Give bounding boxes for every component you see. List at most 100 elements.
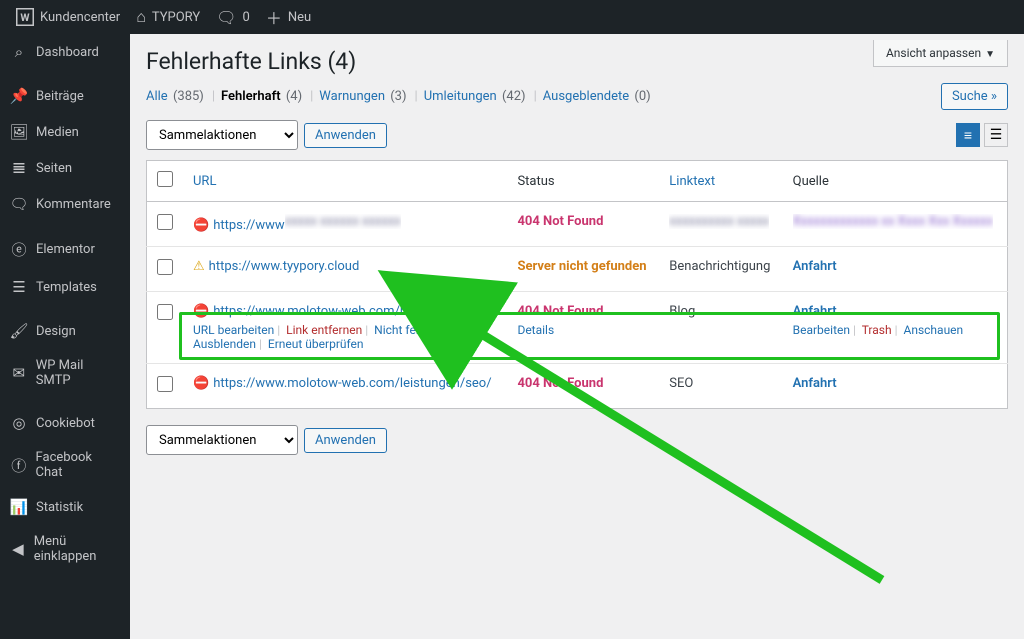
new-content-label: Neu xyxy=(288,10,311,25)
error-icon: ⛔ xyxy=(193,218,209,233)
sidebar-item-templates[interactable]: ☰Templates xyxy=(0,269,130,305)
view-list-button[interactable]: ≡ xyxy=(956,123,980,147)
media-icon: 🖼 xyxy=(10,123,28,141)
status-text: Server nicht gefunden xyxy=(517,259,646,274)
comment-icon: 🗨 xyxy=(216,8,236,27)
caret-down-icon: ▼ xyxy=(985,49,995,60)
wp-logo-label: Kundencenter xyxy=(40,10,120,25)
action-edit[interactable]: Bearbeiten xyxy=(793,323,850,337)
page-title: Fehlerhafte Links (4) xyxy=(146,40,356,79)
comments-link[interactable]: 🗨 0 xyxy=(208,0,258,34)
filter-redirects[interactable]: Umleitungen xyxy=(424,89,497,104)
table-row: ⛔ https://www.molotow-web.com/block/ URL … xyxy=(147,292,1008,364)
row-actions-status: Details xyxy=(517,323,649,337)
row-actions-source: Bearbeiten| Trash| Anschauen xyxy=(793,323,997,337)
sidebar-item-collapse[interactable]: ◀Menü einklappen xyxy=(0,525,130,573)
elementor-icon: ⓔ xyxy=(10,239,28,260)
source-link[interactable]: Anfahrt xyxy=(793,376,837,391)
sidebar-item-cookiebot[interactable]: ◎Cookiebot xyxy=(0,405,130,441)
sidebar-item-pages[interactable]: 𝌆Seiten xyxy=(0,150,130,186)
linktext: SEO xyxy=(669,376,693,391)
table-row: ⚠ https://www.tyypory.cloud Server nicht … xyxy=(147,247,1008,292)
sidebar-item-design[interactable]: 🖌Design xyxy=(0,313,130,349)
templates-icon: ☰ xyxy=(10,278,28,296)
action-edit-url[interactable]: URL bearbeiten xyxy=(193,323,274,337)
mail-icon: ✉ xyxy=(10,364,28,382)
sidebar-item-dashboard[interactable]: ⌕Dashboard xyxy=(0,34,130,70)
row-checkbox[interactable] xyxy=(157,259,173,275)
filter-all[interactable]: Alle xyxy=(146,89,168,104)
new-content-link[interactable]: ＋ Neu xyxy=(258,0,319,34)
link-url[interactable]: https://www.molotow-web.com/leistungen/s… xyxy=(213,376,491,391)
wordpress-icon: W xyxy=(16,8,34,26)
search-button[interactable]: Suche » xyxy=(941,83,1008,110)
collapse-icon: ◀ xyxy=(10,540,26,558)
site-name-link[interactable]: ⌂ TYPORY xyxy=(128,0,208,34)
error-icon: ⛔ xyxy=(193,304,209,319)
action-view[interactable]: Anschauen xyxy=(904,323,964,337)
comments-count: 0 xyxy=(243,10,250,25)
filter-broken[interactable]: Fehlerhaft xyxy=(221,89,281,104)
pin-icon: 📌 xyxy=(10,87,28,105)
status-text: 404 Not Found xyxy=(517,376,603,391)
bulk-actions-select[interactable]: Sammelaktionen xyxy=(146,120,298,150)
column-source: Quelle xyxy=(783,161,1008,202)
home-icon: ⌂ xyxy=(136,7,146,27)
source-link[interactable]: Anfahrt xyxy=(793,259,837,274)
cookie-icon: ◎ xyxy=(10,414,28,432)
source-link[interactable]: Anfahrt xyxy=(793,304,837,319)
column-url[interactable]: URL xyxy=(193,174,216,189)
source-blur: Xxxxxxxxxxxxx xx Xxxx Xxx Xxxxxx xyxy=(793,214,993,229)
table-row: ⛔https://www.molotow-web.com/leistungen/… xyxy=(147,364,1008,409)
sidebar-item-media[interactable]: 🖼Medien xyxy=(0,114,130,150)
screen-options-toggle[interactable]: Ansicht anpassen▼ xyxy=(873,40,1008,67)
filter-dismissed[interactable]: Ausgeblendete xyxy=(543,89,629,104)
site-name-text: TYPORY xyxy=(152,10,200,25)
status-text: 404 Not Found xyxy=(517,214,603,229)
wp-logo[interactable]: W Kundencenter xyxy=(8,0,128,34)
main-content: Fehlerhafte Links (4) Ansicht anpassen▼ … xyxy=(130,34,1024,639)
filter-warnings[interactable]: Warnungen xyxy=(319,89,385,104)
row-checkbox[interactable] xyxy=(157,214,173,230)
status-text: 404 Not Found xyxy=(517,304,603,319)
row-actions-url: URL bearbeiten| Link entfernen| Nicht fe… xyxy=(193,323,497,351)
filter-bar: Alle (385) | Fehlerhaft (4) | Warnungen … xyxy=(146,79,1008,120)
link-url[interactable]: https://www.molotow-web.com/block/ xyxy=(213,304,436,319)
plus-icon: ＋ xyxy=(266,5,282,29)
dashboard-icon: ⌕ xyxy=(10,43,28,61)
view-excerpt-button[interactable]: ☰ xyxy=(984,123,1008,147)
row-checkbox[interactable] xyxy=(157,376,173,392)
action-trash[interactable]: Trash xyxy=(862,323,892,337)
admin-sidebar: ⌕Dashboard 📌Beiträge 🖼Medien 𝌆Seiten 🗨Ko… xyxy=(0,34,130,639)
sidebar-item-statistik[interactable]: 📊Statistik xyxy=(0,489,130,525)
select-all-checkbox[interactable] xyxy=(157,171,173,187)
action-dismiss[interactable]: Ausblenden xyxy=(193,337,256,351)
sidebar-item-facebook-chat[interactable]: ⓕFacebook Chat xyxy=(0,441,130,489)
sidebar-item-elementor[interactable]: ⓔElementor xyxy=(0,230,130,269)
linktext: Blog xyxy=(669,304,695,319)
action-not-broken[interactable]: Nicht fehlerhaft xyxy=(374,323,457,337)
view-switcher: ≡ ☰ xyxy=(956,123,1008,147)
link-url[interactable]: https://www xyxy=(213,218,284,233)
sidebar-item-wp-mail-smtp[interactable]: ✉WP Mail SMTP xyxy=(0,349,130,397)
brush-icon: 🖌 xyxy=(10,322,28,340)
facebook-icon: ⓕ xyxy=(10,455,28,476)
apply-bulk-button[interactable]: Anwenden xyxy=(304,123,387,148)
admin-topbar: W Kundencenter ⌂ TYPORY 🗨 0 ＋ Neu xyxy=(0,0,1024,34)
comment-icon: 🗨 xyxy=(10,195,28,213)
action-details[interactable]: Details xyxy=(517,323,554,337)
sidebar-item-posts[interactable]: 📌Beiträge xyxy=(0,78,130,114)
action-recheck[interactable]: Erneut überprüfen xyxy=(268,337,364,351)
column-status: Status xyxy=(507,161,659,202)
warning-icon: ⚠ xyxy=(193,259,205,274)
sidebar-item-comments[interactable]: 🗨Kommentare xyxy=(0,186,130,222)
bulk-actions-select-bottom[interactable]: Sammelaktionen xyxy=(146,425,298,455)
column-linktext[interactable]: Linktext xyxy=(669,174,715,189)
link-url[interactable]: https://www.tyypory.cloud xyxy=(209,259,360,274)
linktext: Benachrichtigung xyxy=(669,259,770,274)
svg-text:W: W xyxy=(20,11,30,24)
action-unlink[interactable]: Link entfernen xyxy=(286,323,362,337)
row-checkbox[interactable] xyxy=(157,304,173,320)
apply-bulk-button-bottom[interactable]: Anwenden xyxy=(304,428,387,453)
page-icon: 𝌆 xyxy=(10,159,28,177)
